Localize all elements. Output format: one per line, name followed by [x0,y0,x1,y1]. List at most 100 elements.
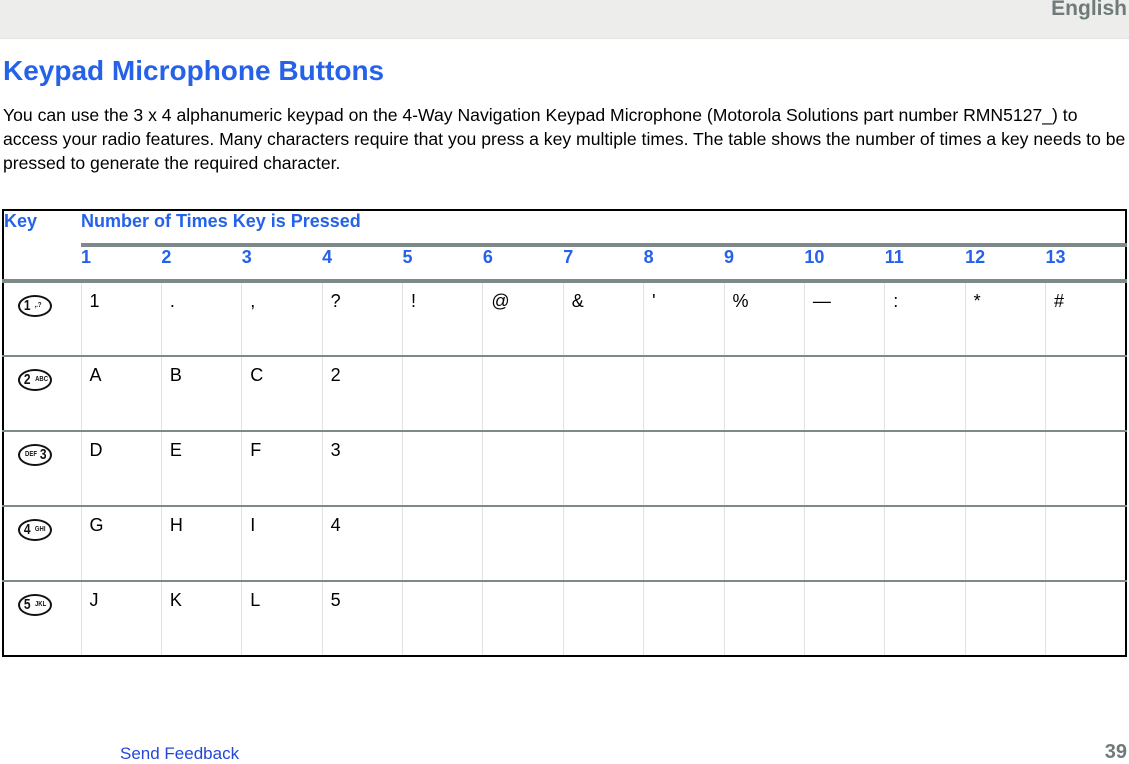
press-count-header: 2 [161,244,242,284]
key-cell: 5 JKL [3,581,81,657]
character-cell [964,356,1046,432]
character-cell [482,581,564,657]
character-cell [1045,431,1126,507]
character-cell [482,506,564,582]
page-number: 39 [1104,741,1127,763]
key-5-jkl-icon: 5 JKL [18,594,52,616]
character-cell: # [1045,281,1126,357]
character-cell [884,431,966,507]
key-digit: 2 [23,371,31,388]
character-cell [803,581,885,657]
press-count-header: 11 [884,244,966,284]
character-cell: C [241,356,323,432]
character-cell [1045,506,1126,582]
character-cell [884,506,966,582]
table-row: 3 DEF D E F 3 [3,431,1126,507]
character-cell: 5 [321,581,403,657]
press-count-header: 10 [804,244,885,284]
character-cell: I [241,506,323,582]
press-count-header: 4 [322,244,403,284]
character-cell [884,581,966,657]
language-label: English [1051,0,1127,20]
keypad-table: Key Number of Times Key is Pressed 12345… [2,209,1127,657]
character-cell [803,431,885,507]
key-letters: ,.? [34,302,42,309]
table-row: 1,.? 1.,?! @ & '% —: * # [3,281,1126,357]
character-cell [884,356,966,432]
page-title: Keypad Microphone Buttons [3,55,385,86]
press-count-header: 7 [563,244,644,284]
character-cell: . [160,281,242,357]
character-cell [1045,581,1126,657]
character-cell [562,506,644,582]
key-cell: 1,.? [3,281,81,357]
character-cell: ' [643,281,724,357]
character-cell: 2 [321,356,403,432]
character-cell [401,431,483,507]
character-cell [643,581,724,657]
send-feedback-link[interactable]: Send Feedback [120,744,239,764]
character-cell [964,431,1046,507]
character-cell [643,431,724,507]
character-cell: F [241,431,323,507]
key-letters: GHI [34,526,46,533]
table-row: 4 GHI G H I 4 [3,506,1126,582]
character-cell [643,506,724,582]
character-cell: A [80,356,162,432]
character-cell: : [884,281,966,357]
character-cell: K [160,581,242,657]
press-count-header: 9 [724,244,805,284]
character-cell [401,356,483,432]
character-cell [803,356,885,432]
character-cell [803,506,885,582]
character-cell: H [160,506,242,582]
character-cell [723,581,805,657]
intro-paragraph: You can use the 3 x 4 alphanumeric keypa… [3,105,1126,173]
character-cell: J [80,581,162,657]
character-cell [401,506,483,582]
character-cell [562,581,644,657]
character-cell [562,356,644,432]
character-cell: & [562,281,644,357]
press-count-header: 6 [482,244,564,284]
character-cell: ? [321,281,403,357]
key-3-def-icon: 3 DEF [18,444,52,466]
key-cell: 4 GHI [3,506,81,582]
character-cell [964,581,1046,657]
character-cell [1045,356,1126,432]
character-cell: — [803,281,885,357]
character-cell [723,356,805,432]
key-digit: 5 [23,596,31,613]
character-cell [562,431,644,507]
character-cell: % [723,281,805,357]
key-cell: 3 DEF [3,431,81,507]
character-cell: @ [482,281,564,357]
top-bar: English [0,0,1129,39]
character-cell: 4 [321,506,403,582]
character-cell [723,506,805,582]
press-count-header: 1 [81,244,162,284]
table-body: 1,.? 1.,?! @ & '% —: * #2 ABC A B C 2 3 DEF D E F 3 4 GHI G H I… [3,281,1126,657]
press-count-header: 8 [643,244,724,284]
character-cell: L [241,581,323,657]
character-cell: G [80,506,162,582]
key-2-abc-icon: 2 ABC [18,369,52,391]
key-letters: ABC [35,376,49,383]
character-cell: ! [401,281,483,357]
character-cell: D [80,431,162,507]
press-count-header: 12 [965,244,1046,284]
presses-column-header: Number of Times Key is Pressed [81,210,1126,247]
key-digit: 1 [23,297,31,314]
key-letters: DEF [25,451,37,458]
key-1-icon: 1,.? [18,295,52,317]
key-digit: 3 [39,446,47,463]
table-row: 2 ABC A B C 2 [3,356,1126,432]
character-cell: 1 [80,281,162,357]
character-cell [482,356,564,432]
character-cell [723,431,805,507]
table-row: 5 JKL J K L 5 [3,581,1126,657]
key-cell: 2 ABC [3,356,81,432]
character-cell: * [964,281,1046,357]
press-count-header-row: 1 2 3 4 5 6 7 8 9 10 11 12 13 [3,244,1126,284]
character-cell: , [241,281,323,357]
